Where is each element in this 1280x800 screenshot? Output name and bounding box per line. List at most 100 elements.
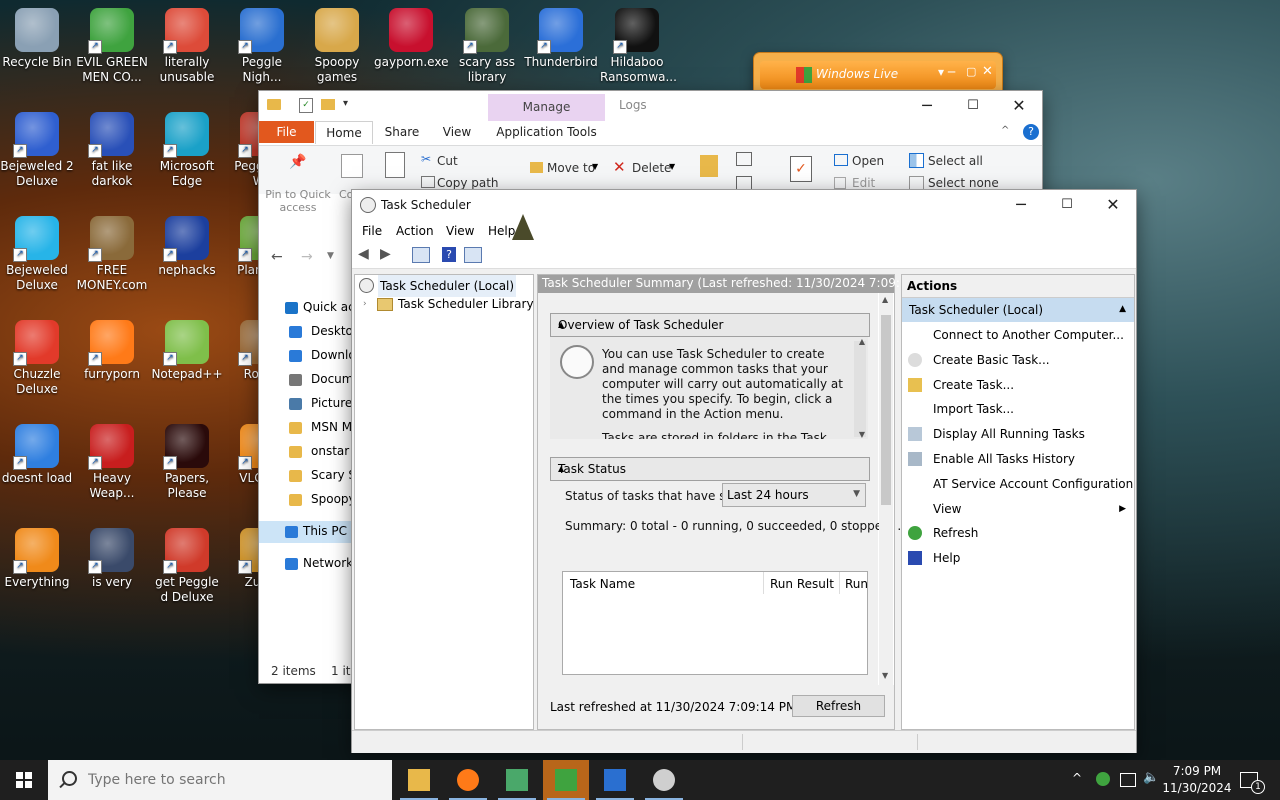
clock-date[interactable]: 11/30/2024: [1162, 781, 1232, 795]
copy-icon[interactable]: [341, 154, 363, 178]
copy-path-icon[interactable]: [421, 176, 435, 188]
desktop-icon[interactable]: ↗ is very: [75, 528, 149, 590]
task-scheduler-app[interactable]: [641, 760, 687, 800]
nav-item[interactable]: Quick ac: [259, 297, 355, 319]
delete-icon[interactable]: ✕: [613, 158, 626, 176]
back-arrow-icon[interactable]: ◀: [358, 246, 369, 262]
action-item[interactable]: Display All Running Tasks: [902, 422, 1134, 446]
desktop-icon[interactable]: ↗ Chuzzle Deluxe: [0, 320, 74, 397]
desktop-icon[interactable]: ↗ Bejeweled 2 Deluxe: [0, 112, 74, 189]
back-arrow-icon[interactable]: ←: [271, 249, 283, 265]
task-scheduler-window[interactable]: Task Scheduler ─ ☐ ✕ File Action View He…: [352, 190, 1136, 753]
menu-file[interactable]: File: [362, 224, 382, 238]
minimize-button[interactable]: ▾ ─: [938, 65, 955, 79]
column-run[interactable]: Run: [845, 577, 867, 591]
help-icon[interactable]: ?: [442, 247, 456, 262]
desktop-icon[interactable]: gayporn.exe: [374, 8, 448, 70]
column-run-result[interactable]: Run Result: [770, 577, 834, 591]
desktop-icon[interactable]: ↗ EVIL GREEN MEN CO...: [75, 8, 149, 85]
recent-locations-icon[interactable]: ▼: [327, 251, 334, 261]
tab-share[interactable]: Share: [377, 121, 427, 143]
maximize-button[interactable]: ☐: [1044, 190, 1090, 220]
close-button[interactable]: ✕: [982, 64, 993, 79]
action-item[interactable]: AT Service Account Configuration: [902, 472, 1134, 496]
minimize-button[interactable]: ─: [904, 91, 950, 121]
pin-to-quick-access-button[interactable]: Pin to Quick access: [264, 188, 332, 214]
desktop-icon[interactable]: ↗ Hildaboo Ransomwa...: [600, 8, 677, 85]
summary-scrollbar-thumb[interactable]: [881, 315, 891, 505]
collapse-caret-icon[interactable]: ▲: [1119, 304, 1126, 314]
move-to-button[interactable]: Move to: [547, 161, 595, 175]
task-status-section-header[interactable]: Task Status ▲: [550, 457, 870, 481]
firefox-app[interactable]: [445, 760, 491, 800]
column-task-name[interactable]: Task Name: [570, 577, 635, 591]
overview-scrollbar[interactable]: [854, 341, 866, 437]
move-to-icon[interactable]: [530, 162, 543, 173]
search-input[interactable]: [86, 768, 380, 792]
desktop-icon[interactable]: ↗ get Peggle d Deluxe: [150, 528, 224, 605]
windows-live-titlebar[interactable]: Windows Live ▾ ─ ▢ ✕: [760, 61, 996, 89]
cut-icon[interactable]: ✂: [421, 152, 431, 166]
column-divider[interactable]: [763, 572, 764, 594]
network-icon[interactable]: [1120, 773, 1136, 787]
maximize-button[interactable]: ☐: [950, 91, 996, 121]
desktop-icon[interactable]: ↗ Notepad++: [150, 320, 224, 382]
maximize-button[interactable]: ▢: [966, 65, 976, 78]
desktop-icon[interactable]: ↗ FREE MONEY.com: [75, 216, 149, 293]
nav-item[interactable]: MSN M: [259, 417, 352, 439]
action-item[interactable]: Help: [902, 546, 1134, 570]
overview-section-header[interactable]: Overview of Task Scheduler ▲: [550, 313, 870, 337]
tab-application-tools[interactable]: Application Tools: [488, 121, 605, 143]
expand-chevron-icon[interactable]: ›: [363, 293, 367, 315]
desktop-icon[interactable]: ↗ Microsoft Edge: [150, 112, 224, 189]
tab-view[interactable]: View: [433, 121, 481, 143]
close-button[interactable]: ✕: [996, 91, 1042, 121]
window-app[interactable]: [494, 760, 540, 800]
nav-item[interactable]: Network: [259, 553, 353, 575]
desktop-icon[interactable]: ↗ literally unusable: [150, 8, 224, 85]
action-item[interactable]: Enable All Tasks History: [902, 447, 1134, 471]
summary-scroll-up-icon[interactable]: ▲: [882, 295, 888, 304]
tab-file[interactable]: File: [259, 121, 314, 143]
search-box[interactable]: [48, 760, 392, 800]
nav-item[interactable]: onstar: [259, 441, 352, 463]
new-folder-icon[interactable]: [321, 99, 335, 110]
tab-home[interactable]: Home: [315, 121, 373, 144]
desktop-icon[interactable]: ↗ scary ass library: [450, 8, 524, 85]
easy-access-icon[interactable]: [736, 176, 752, 190]
open-icon[interactable]: [834, 154, 848, 166]
delete-button[interactable]: Delete: [632, 161, 671, 175]
desktop-icon[interactable]: ↗ Bejeweled Deluxe: [0, 216, 74, 293]
edit-icon[interactable]: [834, 177, 846, 189]
nav-item[interactable]: Pictures: [259, 393, 359, 415]
nav-item[interactable]: Spoopy: [259, 489, 356, 511]
chevron-down-icon[interactable]: ▼: [592, 162, 598, 171]
action-item[interactable]: View ▶: [902, 497, 1134, 521]
desktop-icon[interactable]: ↗ doesnt load: [0, 424, 74, 486]
desktop-icon[interactable]: ↗ Thunderbird: [524, 8, 598, 70]
properties-icon[interactable]: ✓: [790, 156, 812, 182]
open-button[interactable]: Open: [852, 154, 884, 168]
action-item[interactable]: Import Task...: [902, 397, 1134, 421]
menu-action[interactable]: Action: [396, 224, 434, 238]
summary-scroll-down-icon[interactable]: ▼: [882, 671, 888, 680]
show-hide-action-pane-icon[interactable]: [464, 247, 482, 263]
desktop-icon[interactable]: ↗ fat like darkok: [75, 112, 149, 189]
nav-item[interactable]: Desktop: [259, 321, 361, 343]
menu-view[interactable]: View: [446, 224, 474, 238]
new-folder-icon[interactable]: [700, 155, 718, 177]
edit-button[interactable]: Edit: [852, 176, 875, 190]
clock-time[interactable]: 7:09 PM: [1166, 764, 1228, 778]
desktop-icon[interactable]: ↗ Heavy Weap...: [75, 424, 149, 501]
desktop-icon[interactable]: Recycle Bin: [0, 8, 74, 70]
properties-icon[interactable]: ✓: [299, 98, 313, 113]
nav-item[interactable]: Scary Sh: [259, 465, 364, 487]
select-none-button[interactable]: Select none: [928, 176, 999, 190]
volume-icon[interactable]: 🔈: [1143, 770, 1159, 785]
select-none-icon[interactable]: [909, 176, 924, 191]
paste-icon[interactable]: [385, 152, 405, 178]
select-all-button[interactable]: Select all: [928, 154, 983, 168]
show-hide-console-tree-icon[interactable]: [412, 247, 430, 263]
action-item[interactable]: Create Task...: [902, 373, 1134, 397]
start-button[interactable]: [0, 760, 48, 800]
